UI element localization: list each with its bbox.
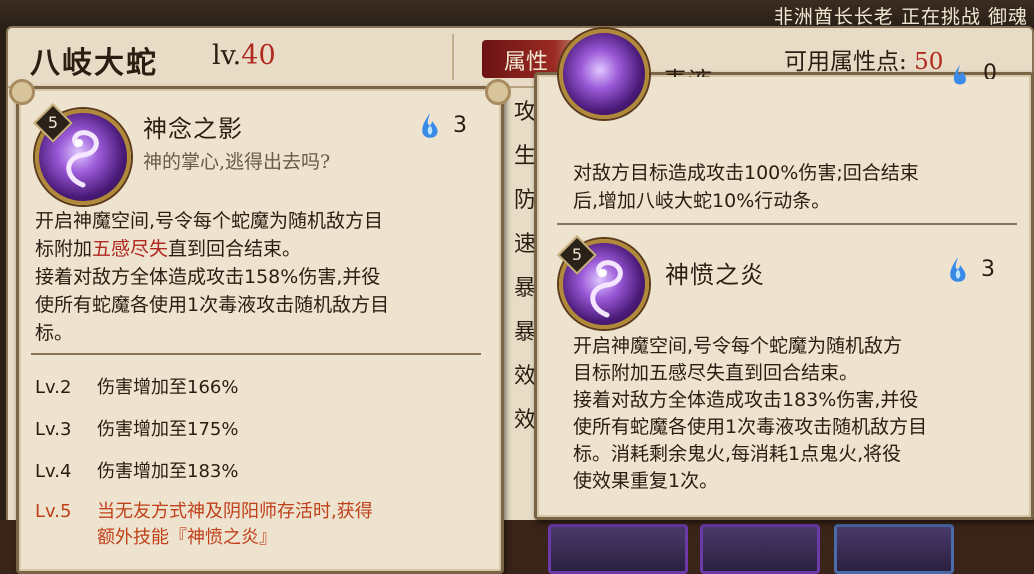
desc-line: 开启神魔空间,号令每个蛇魔为随机敌方 (573, 335, 903, 357)
level-label: lv. (212, 40, 242, 71)
shikigami-card[interactable] (700, 524, 820, 574)
onibi-fire-icon (953, 64, 967, 85)
skill-quote: 神的掌心,逃得出去吗? (143, 151, 331, 173)
desc-line: 标。 (35, 322, 74, 344)
venom-skill-icon (559, 29, 649, 119)
available-attribute-points: 可用属性点: 50 (784, 42, 943, 76)
status-effect-highlight: 五感尽失 (92, 238, 169, 260)
upgrade-row: Lv.4 伤害增加至183% (35, 461, 239, 482)
skill-cost-partial: 0 (983, 61, 997, 79)
section-divider (31, 353, 481, 355)
skill-tooltip-right: 毒液 0 对敌方目标造成攻击100%伤害;回合结束 后,增加八岐大蛇10%行动条… (534, 29, 1034, 520)
section-divider (557, 223, 1017, 225)
skill-cost: 3 (981, 257, 995, 282)
serpent-swirl-icon (66, 130, 99, 188)
upgrade-row-max: Lv.5 当无友方式神及阴阳师存活时,获得 额外技能『神愤之炎』 (35, 501, 373, 548)
skill-name-partial: 毒液 (663, 61, 713, 77)
corner-ornament (485, 79, 511, 105)
desc-line: 使效果重复1次。 (573, 470, 719, 492)
skill-name: 神愤之炎 (665, 261, 765, 289)
skill-description-partial: 对敌方目标造成攻击100%伤害;回合结束 后,增加八岐大蛇10%行动条。 (573, 159, 1023, 215)
battle-ticker: 非洲酋长长老 正在挑战 御魂 (773, 6, 1028, 28)
skill-name: 神念之影 (143, 115, 243, 143)
desc-line: 接着对敌方全体造成攻击183%伤害,并役 (573, 389, 919, 411)
skill-description: 开启神魔空间,号令每个蛇魔为随机敌方 目标附加五感尽失直到回合结束。 接着对敌方… (573, 333, 1023, 495)
header-divider (452, 34, 454, 80)
desc-line: 后,增加八岐大蛇10%行动条。 (573, 190, 831, 212)
desc-line: 标附加五感尽失直到回合结束。 (35, 238, 302, 260)
onibi-fire-icon (422, 113, 438, 138)
upgrade-row: Lv.2 伤害增加至166% (35, 377, 239, 398)
desc-line: 对敌方目标造成攻击100%伤害;回合结束 (573, 162, 919, 184)
desc-line: 标。消耗剩余鬼火,每消耗1点鬼火,将役 (573, 443, 902, 465)
character-name: 八岐大蛇 (30, 46, 158, 81)
corner-ornament (9, 79, 35, 105)
level-value: 40 (241, 40, 276, 71)
skill-cost: 3 (453, 113, 467, 138)
top-bar: 非洲酋长长老 正在挑战 御魂 (0, 0, 1034, 28)
skill-description: 开启神魔空间,号令每个蛇魔为随机敌方目 标附加五感尽失直到回合结束。 接着对敌方… (35, 207, 495, 347)
desc-line: 接着对敌方全体造成攻击158%伤害,并役 (35, 266, 381, 288)
desc-line: 开启神魔空间,号令每个蛇魔为随机敌方目 (35, 210, 384, 232)
upgrade-row: Lv.3 伤害增加至175% (35, 419, 239, 440)
shikigami-card[interactable] (834, 524, 954, 574)
desc-line: 使所有蛇魔各使用1次毒液攻击随机敌方目 (573, 416, 928, 438)
character-level: lv.40 (212, 40, 276, 71)
desc-line: 使所有蛇魔各使用1次毒液攻击随机敌方目 (35, 294, 390, 316)
desc-line: 目标附加五感尽失直到回合结束。 (573, 362, 859, 384)
onibi-fire-icon (950, 257, 966, 282)
shikigami-card[interactable] (548, 524, 688, 574)
skill-tooltip-left: 5 神念之影 神的掌心,逃得出去吗? 3 开启神魔空间,号令每个蛇魔为随机敌方目… (9, 79, 511, 574)
